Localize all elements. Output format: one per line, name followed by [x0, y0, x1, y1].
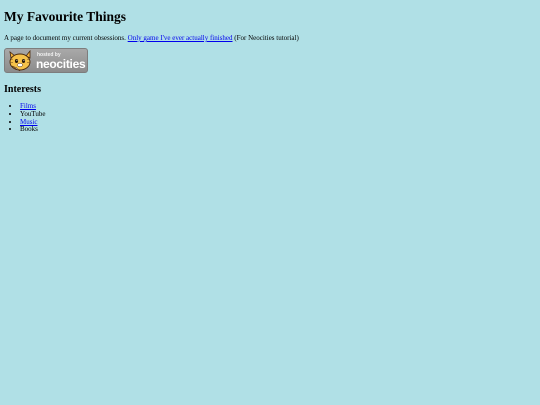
neocities-badge-link[interactable]: hosted by neocities — [4, 48, 88, 73]
films-link[interactable]: Films — [20, 102, 36, 110]
page-title: My Favourite Things — [4, 9, 127, 24]
finished-game-link[interactable]: Only game I've ever actually finished — [128, 34, 233, 42]
intro-text-after: (For Neocities tutorial) — [232, 34, 299, 42]
list-item-music: Music — [20, 118, 534, 127]
intro-paragraph: A page to document my current obsessions… — [4, 34, 534, 43]
badge-neocities-text: neocities — [36, 57, 86, 71]
intro-text-before: A page to document my current obsessions… — [4, 34, 128, 42]
neocities-cat-icon — [9, 50, 31, 72]
list-item-youtube: YouTube — [20, 110, 534, 119]
page-content: My Favourite Things A page to document m… — [4, 0, 534, 134]
interests-heading: Interests — [4, 84, 42, 95]
list-item-films: Films — [20, 102, 534, 111]
list-item-books: Books — [20, 126, 534, 134]
music-link[interactable]: Music — [20, 118, 38, 126]
interests-list: Films YouTube Music Books — [4, 102, 534, 134]
